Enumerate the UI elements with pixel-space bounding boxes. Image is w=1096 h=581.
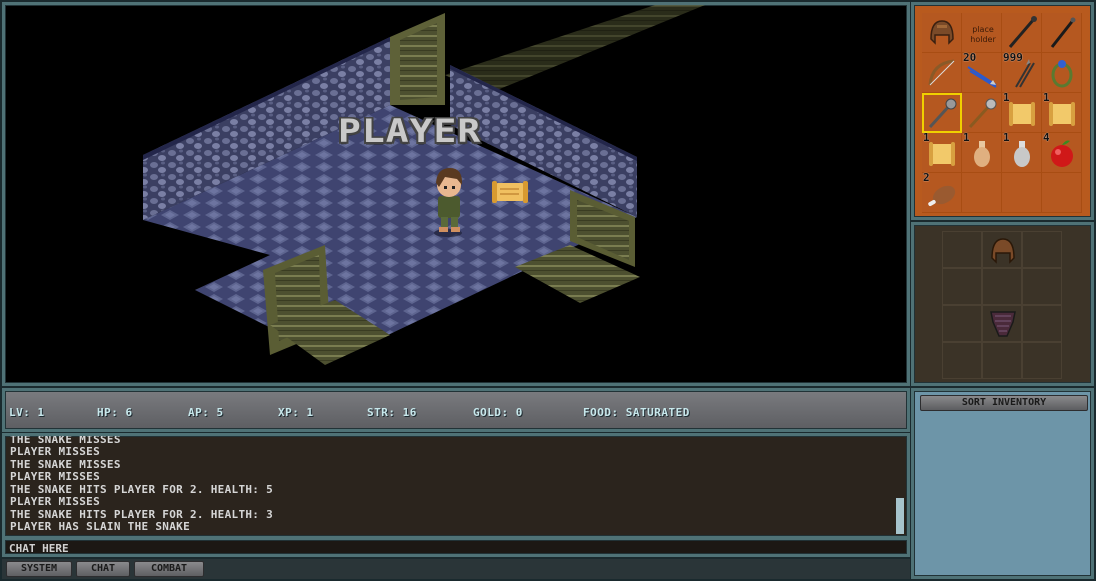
inventory-slot-11[interactable]: 1 (1002, 91, 1042, 133)
chainmail-armor-icon (990, 311, 1016, 337)
equip-slot-empty[interactable] (942, 268, 982, 305)
inventory-slot-20[interactable] (1042, 173, 1082, 213)
inventory-slot-7[interactable]: 999 (1002, 51, 1042, 93)
sort-inventory-button[interactable]: SORT INVENTORY (920, 395, 1088, 411)
inventory-slot-6[interactable]: 20 (962, 51, 1002, 93)
inventory-slot-19[interactable] (1002, 173, 1042, 213)
iron-mace-icon (928, 98, 957, 129)
equip-slot-empty[interactable] (1022, 305, 1062, 342)
chat-input[interactable] (9, 541, 899, 555)
dungeon-scene[interactable] (5, 5, 909, 385)
stat-gold: GOLD: 0 (473, 406, 523, 419)
tab-combat[interactable]: COMBAT (134, 561, 204, 577)
game-viewport[interactable]: PLAYER (2, 2, 910, 386)
crossbow-bolts-icon (1015, 59, 1035, 88)
equip-slot-empty[interactable] (942, 342, 982, 379)
sort-panel: SORT INVENTORY (911, 388, 1094, 579)
inventory-panel: place holder 20 999 1 1 1 1 1 4 2 (911, 2, 1094, 220)
equip-slot-empty[interactable] (1022, 268, 1062, 305)
inventory-slot-14[interactable]: 1 (962, 131, 1002, 173)
inventory-slot-10[interactable] (962, 93, 1002, 133)
dark-wand-icon (1050, 17, 1076, 48)
log-line: PLAYER MISSES (10, 470, 100, 483)
equip-slot-body[interactable] (982, 305, 1022, 342)
log-line: PLAYER MISSES (10, 495, 100, 508)
equip-slot-empty[interactable] (942, 305, 982, 342)
leather-helmet-icon (991, 238, 1015, 264)
corridor[interactable] (445, 5, 705, 95)
stat-ap: AP: 5 (188, 406, 224, 419)
equip-slot-empty[interactable] (1022, 231, 1062, 268)
placeholder-label: place holder (970, 25, 996, 44)
equip-slot-legs[interactable] (982, 342, 1022, 379)
stats-bar: LV: 1 HP: 6 AP: 5 XP: 1 STR: 16 GOLD: 0 … (2, 388, 910, 432)
inventory-slot-1[interactable] (922, 13, 962, 53)
inventory-slot-18[interactable] (962, 173, 1002, 213)
chat-scrollbar[interactable] (896, 498, 904, 534)
equipment-grid (942, 231, 1062, 379)
tab-chat[interactable]: CHAT (76, 561, 130, 577)
chat-tabs: SYSTEM CHAT COMBAT (2, 559, 910, 579)
stat-hp: HP: 6 (97, 406, 133, 419)
stat-food: FOOD: SATURATED (583, 406, 690, 419)
equip-slot-empty[interactable] (942, 231, 982, 268)
inventory-slot-17[interactable]: 2 (922, 171, 962, 213)
chat-input-bar (2, 539, 910, 557)
equip-slot-head[interactable] (982, 231, 1022, 268)
equip-slot-neck[interactable] (982, 268, 1022, 305)
equip-slot-empty[interactable] (1022, 342, 1062, 379)
inventory-slot-3[interactable] (1002, 13, 1042, 53)
inventory-slot-13[interactable]: 1 (922, 131, 962, 173)
meat-icon (928, 185, 956, 206)
log-line: PLAYER MISSES (10, 445, 100, 458)
stat-level: LV: 1 (9, 406, 45, 419)
log-line: PLAYER HAS SLAIN THE SNAKE (10, 520, 190, 533)
wooden-bow-icon (928, 59, 955, 86)
inventory-grid: place holder 20 999 1 1 1 1 1 4 2 (922, 13, 1082, 213)
red-apple-icon (1051, 140, 1073, 167)
inventory-slot-16[interactable]: 4 (1042, 131, 1082, 173)
inventory-slot-9[interactable] (922, 93, 962, 133)
inventory-slot-8[interactable] (1042, 53, 1082, 93)
scroll-item[interactable] (492, 181, 528, 203)
stat-xp: XP: 1 (278, 406, 314, 419)
steel-mace-icon (968, 98, 997, 129)
inventory-slot-15[interactable]: 1 (1002, 131, 1042, 173)
stat-str: STR: 16 (367, 406, 417, 419)
player-nameplate: PLAYER (338, 112, 482, 150)
inventory-slot-4[interactable] (1042, 13, 1082, 53)
scroll-icon (1009, 102, 1035, 126)
chat-log[interactable]: THE SNAKE MISSES PLAYER MISSES THE SNAKE… (2, 433, 910, 539)
blue-ring-icon (1051, 60, 1073, 88)
scroll-icon (929, 142, 955, 166)
equipment-panel (911, 222, 1094, 386)
potion-icon (1014, 141, 1030, 167)
inventory-slot-2[interactable]: place holder (962, 13, 1002, 53)
inventory-slot-5[interactable] (922, 53, 962, 93)
inventory-slot-12[interactable]: 1 (1042, 91, 1082, 133)
tab-system[interactable]: SYSTEM (6, 561, 72, 577)
blue-arrows-icon (967, 66, 997, 88)
leather-helmet-icon (930, 20, 954, 45)
dark-staff-icon (1008, 16, 1037, 48)
potion-icon (974, 141, 990, 167)
scroll-icon (1049, 102, 1075, 126)
